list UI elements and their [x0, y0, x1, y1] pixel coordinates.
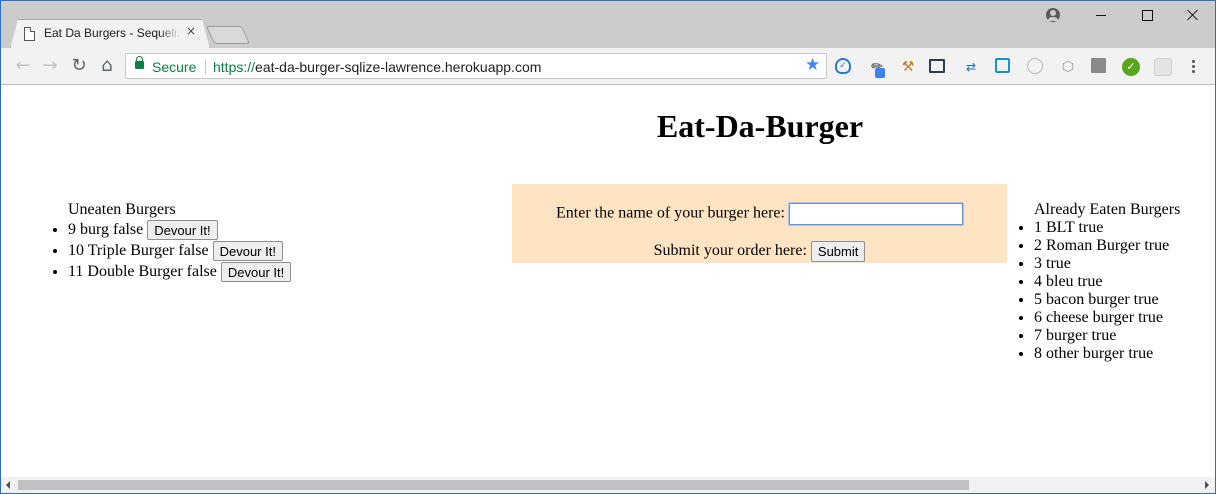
- scroll-right-arrow-icon[interactable]: [1205, 481, 1209, 489]
- submit-label: Submit your order here:: [653, 242, 807, 260]
- scroll-left-arrow-icon[interactable]: [6, 481, 10, 489]
- list-item: 4 bleu true: [1034, 273, 1216, 291]
- devour-button[interactable]: Devour It!: [147, 220, 218, 241]
- reload-icon[interactable]: ↻: [67, 54, 91, 78]
- eyedropper-badge-icon: [875, 68, 885, 78]
- forward-arrow-icon[interactable]: →: [38, 54, 62, 78]
- transfer-extension-icon[interactable]: ⇄: [962, 58, 980, 76]
- lock-icon: [135, 56, 144, 69]
- shield-extension-icon[interactable]: ✓: [835, 58, 851, 74]
- check-extension-icon[interactable]: ✓: [1122, 58, 1140, 76]
- cube-extension-icon[interactable]: ⬡: [1059, 58, 1077, 76]
- list-item: 2 Roman Burger true: [1034, 237, 1216, 255]
- burger-name-input[interactable]: [788, 203, 963, 225]
- burger-order-form: Enter the name of your burger here: Subm…: [512, 184, 1007, 263]
- uneaten-burgers-heading: Uneaten Burgers: [68, 201, 176, 218]
- devour-button[interactable]: Devour It!: [212, 241, 283, 262]
- back-arrow-icon[interactable]: ←: [11, 54, 35, 78]
- minimize-button[interactable]: [1078, 0, 1124, 30]
- burger-name-row: Enter the name of your burger here:: [512, 203, 1007, 225]
- burger-label: 9 burg false: [68, 221, 144, 238]
- bookmark-star-icon[interactable]: ★: [805, 55, 820, 75]
- list-item: 9 burg false Devour It!: [68, 219, 501, 241]
- list-item: 10 Triple Burger false Devour It!: [68, 240, 501, 262]
- hammer-extension-icon[interactable]: ⚒: [899, 58, 917, 76]
- url-text[interactable]: https://eat-da-burger-sqlize-lawrence.he…: [213, 59, 541, 75]
- secure-label: Secure: [152, 59, 197, 75]
- list-item: 3 true: [1034, 255, 1216, 273]
- circle-extension-icon[interactable]: [1027, 58, 1043, 74]
- url-host: eat-da-burger-sqlize-lawrence.herokuapp.…: [255, 59, 542, 75]
- url-scheme: https://: [213, 59, 256, 75]
- address-separator: [205, 59, 206, 74]
- browser-tab[interactable]: Eat Da Burgers - Sequelize ×: [10, 19, 210, 49]
- address-bar[interactable]: Secure https://eat-da-burger-sqlize-lawr…: [125, 53, 827, 79]
- list-item: 1 BLT true: [1034, 219, 1216, 237]
- tab-close-icon[interactable]: ×: [186, 24, 196, 38]
- profile-icon[interactable]: [1046, 8, 1060, 22]
- list-item: 8 other burger true: [1034, 345, 1216, 363]
- scrollbar-thumb[interactable]: [18, 480, 969, 490]
- eaten-burger-list: 1 BLT true 2 Roman Burger true 3 true 4 …: [1007, 219, 1216, 363]
- list-item: 5 bacon burger true: [1034, 291, 1216, 309]
- burger-name-label: Enter the name of your burger here:: [556, 204, 785, 222]
- devour-button[interactable]: Devour It!: [220, 262, 292, 283]
- new-tab-button[interactable]: [205, 26, 251, 44]
- list-item: 6 cheese burger true: [1034, 309, 1216, 327]
- horizontal-scrollbar[interactable]: [1, 477, 1215, 493]
- page-title: Eat-Da-Burger: [656, 108, 864, 144]
- submit-row: Submit your order here: Submit: [512, 241, 1007, 262]
- page-icon: [24, 27, 35, 41]
- tab-title: Eat Da Burgers - Sequelize: [44, 26, 180, 40]
- uneaten-burger-list: 9 burg false Devour It! 10 Triple Burger…: [1, 219, 501, 283]
- list-item: 11 Double Burger false Devour It!: [68, 261, 501, 283]
- browser-titlebar: Eat Da Burgers - Sequelize ×: [0, 0, 1216, 49]
- home-icon[interactable]: ⌂: [95, 54, 119, 78]
- eaten-burgers-section: Already Eaten Burgers 1 BLT true 2 Roman…: [1007, 201, 1216, 363]
- submit-button[interactable]: Submit: [810, 241, 866, 262]
- maximize-button[interactable]: [1124, 0, 1170, 30]
- page-content: Eat-Da-Burger Uneaten Burgers 9 burg fal…: [1, 86, 1215, 477]
- burger-label: 10 Triple Burger false: [68, 242, 209, 259]
- close-window-button[interactable]: [1170, 0, 1216, 30]
- screenshot-extension-icon[interactable]: [929, 59, 945, 73]
- uneaten-burgers-section: Uneaten Burgers 9 burg false Devour It! …: [1, 201, 501, 283]
- menu-dots-icon[interactable]: [1188, 58, 1198, 76]
- window-extension-icon[interactable]: [995, 58, 1010, 73]
- gray-extension-icon[interactable]: [1091, 58, 1106, 73]
- puzzle-extension-icon[interactable]: [1154, 58, 1172, 76]
- list-item: 7 burger true: [1034, 327, 1216, 345]
- burger-label: 11 Double Burger false: [68, 263, 217, 280]
- eaten-burgers-heading: Already Eaten Burgers: [1034, 201, 1181, 218]
